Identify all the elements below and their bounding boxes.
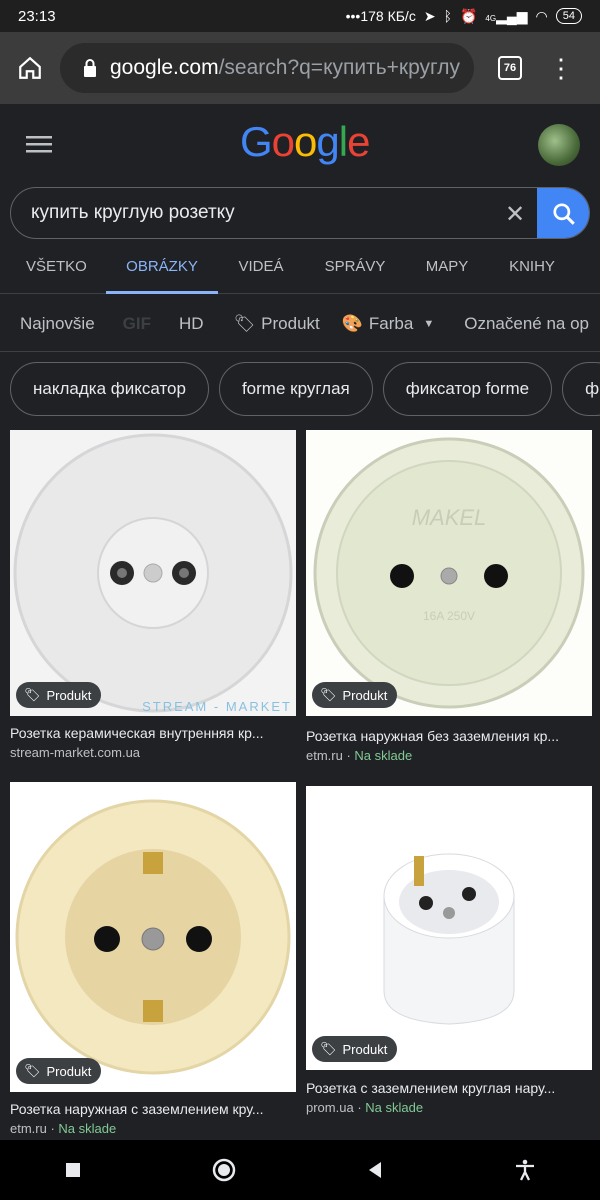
chip-suggestion[interactable]: forme круглая xyxy=(218,362,373,416)
recents-icon[interactable] xyxy=(64,1161,82,1179)
result-title[interactable]: Розетка с заземлением круглая нару... xyxy=(306,1080,590,1096)
chip-suggestion[interactable]: накладка фиксатор xyxy=(10,362,209,416)
socket-image xyxy=(15,799,291,1075)
accessibility-icon[interactable] xyxy=(514,1159,536,1181)
address-bar[interactable]: google.com/search?q=купить+круглу xyxy=(60,43,474,93)
filter-labeled[interactable]: Označené na op xyxy=(464,314,589,334)
product-badge: 🏷 Produkt xyxy=(312,1036,398,1062)
filter-hd[interactable]: HD xyxy=(179,314,204,334)
result-title[interactable]: Розетка наружная без заземления кр... xyxy=(306,728,590,744)
network-speed: •••178 КБ/с xyxy=(345,8,416,24)
search-tabs: VŠETKO OBRÁZKY VIDEÁ SPRÁVY MAPY KNIHY xyxy=(0,248,600,294)
filter-product[interactable]: 🏷 Produkt xyxy=(234,314,320,334)
filter-color[interactable]: 🎨 Farba ▼ xyxy=(342,314,434,334)
battery-icon: 54 xyxy=(555,8,582,24)
signal-icon: 4G▂▄▆ xyxy=(485,7,528,24)
tab-books[interactable]: KNIHY xyxy=(508,248,556,294)
tab-switcher-button[interactable]: 76 xyxy=(498,56,522,80)
search-button[interactable] xyxy=(537,188,589,238)
result-source: prom.ua · Na sklade xyxy=(306,1100,424,1115)
related-chips: накладка фиксатор forme круглая фиксатор… xyxy=(10,362,600,418)
chip-suggestion[interactable]: фиксатор forme xyxy=(382,362,553,416)
tab-all[interactable]: VŠETKO xyxy=(26,248,87,294)
tab-images[interactable]: OBRÁZKY xyxy=(106,248,218,294)
clock: 23:13 xyxy=(18,7,56,25)
tag-icon: 🏷 xyxy=(320,1041,337,1056)
search-icon xyxy=(553,203,575,225)
result-source: stream-market.com.ua xyxy=(10,745,141,760)
chevron-down-icon: ▼ xyxy=(423,317,435,330)
image-result[interactable]: MAKEL 16A 250V 🏷 Produkt Розетка наружная… xyxy=(306,430,592,763)
lock-icon xyxy=(84,59,96,77)
image-result[interactable]: 🏷 Produkt Розетка наружная с заземлением … xyxy=(10,782,296,1136)
result-source: etm.ru · Na sklade xyxy=(306,748,413,763)
hamburger-menu-icon[interactable] xyxy=(26,134,52,154)
browser-toolbar: google.com/search?q=купить+круглу 76 ⋮ xyxy=(0,32,600,104)
result-thumbnail[interactable]: 🏷 Produkt xyxy=(306,786,592,1070)
result-title[interactable]: Розетка керамическая внутренняя кр... xyxy=(10,725,294,741)
socket-image xyxy=(13,433,293,713)
more-menu-icon[interactable]: ⋮ xyxy=(548,55,574,81)
image-result[interactable]: STREAM - MARKET 🏷 Produkt Розетка керамич… xyxy=(10,430,296,760)
location-icon: ➤ xyxy=(423,7,436,24)
result-thumbnail[interactable]: MAKEL 16A 250V 🏷 Produkt xyxy=(306,430,592,716)
result-source: etm.ru · Na sklade xyxy=(10,1121,117,1136)
palette-icon: 🎨 xyxy=(341,313,363,333)
google-header: Google xyxy=(0,104,600,184)
clear-icon[interactable]: ✕ xyxy=(505,200,525,229)
filter-gif[interactable]: GIF xyxy=(123,314,151,334)
search-box: купить круглую розетку ✕ xyxy=(10,187,590,239)
url-path: /search?q=купить+круглу xyxy=(218,56,460,79)
tab-news[interactable]: SPRÁVY xyxy=(324,248,386,294)
image-filters: Najnovšie GIF HD 🏷 Produkt 🎨 Farba ▼ Označe… xyxy=(0,296,600,352)
system-nav-bar xyxy=(0,1140,600,1200)
socket-image: MAKEL 16A 250V xyxy=(313,437,585,709)
product-badge: 🏷 Produkt xyxy=(312,682,398,708)
wifi-icon: ◠ xyxy=(535,7,548,24)
socket-image xyxy=(383,853,515,1025)
tag-icon: 🏷 xyxy=(233,313,256,333)
image-result[interactable]: 🏷 Produkt Розетка с заземлением круглая н… xyxy=(306,786,592,1115)
product-badge: 🏷 Produkt xyxy=(16,1058,102,1084)
tab-maps[interactable]: MAPY xyxy=(424,248,470,294)
chip-suggestion[interactable]: ф xyxy=(562,362,600,416)
watermark: STREAM - MARKET xyxy=(142,699,292,714)
url-domain: google.com xyxy=(110,56,219,79)
back-icon[interactable] xyxy=(365,1160,385,1180)
google-logo[interactable]: Google xyxy=(240,118,370,166)
tag-icon: 🏷 xyxy=(24,687,41,702)
tag-icon: 🏷 xyxy=(24,1063,41,1078)
avatar[interactable] xyxy=(538,124,580,166)
result-thumbnail[interactable]: STREAM - MARKET 🏷 Produkt xyxy=(10,430,296,716)
result-thumbnail[interactable]: 🏷 Produkt xyxy=(10,782,296,1092)
svg-text:MAKEL: MAKEL xyxy=(412,505,487,530)
result-title[interactable]: Розетка наружная с заземлением кру... xyxy=(10,1101,294,1117)
product-badge: 🏷 Produkt xyxy=(16,682,102,708)
bluetooth-icon: ᛒ xyxy=(443,8,452,24)
search-input[interactable]: купить круглую розетку xyxy=(31,202,235,224)
home-circle-icon[interactable] xyxy=(211,1157,237,1183)
status-bar: 23:13 •••178 КБ/с ➤ ᛒ ⏰ 4G▂▄▆ ◠ 54 xyxy=(0,0,600,32)
home-icon[interactable] xyxy=(0,55,60,81)
tab-videos[interactable]: VIDEÁ xyxy=(238,248,284,294)
tag-icon: 🏷 xyxy=(320,687,337,702)
alarm-icon: ⏰ xyxy=(459,7,478,24)
filter-newest[interactable]: Najnovšie xyxy=(20,314,95,334)
svg-text:16A 250V: 16A 250V xyxy=(423,609,475,623)
